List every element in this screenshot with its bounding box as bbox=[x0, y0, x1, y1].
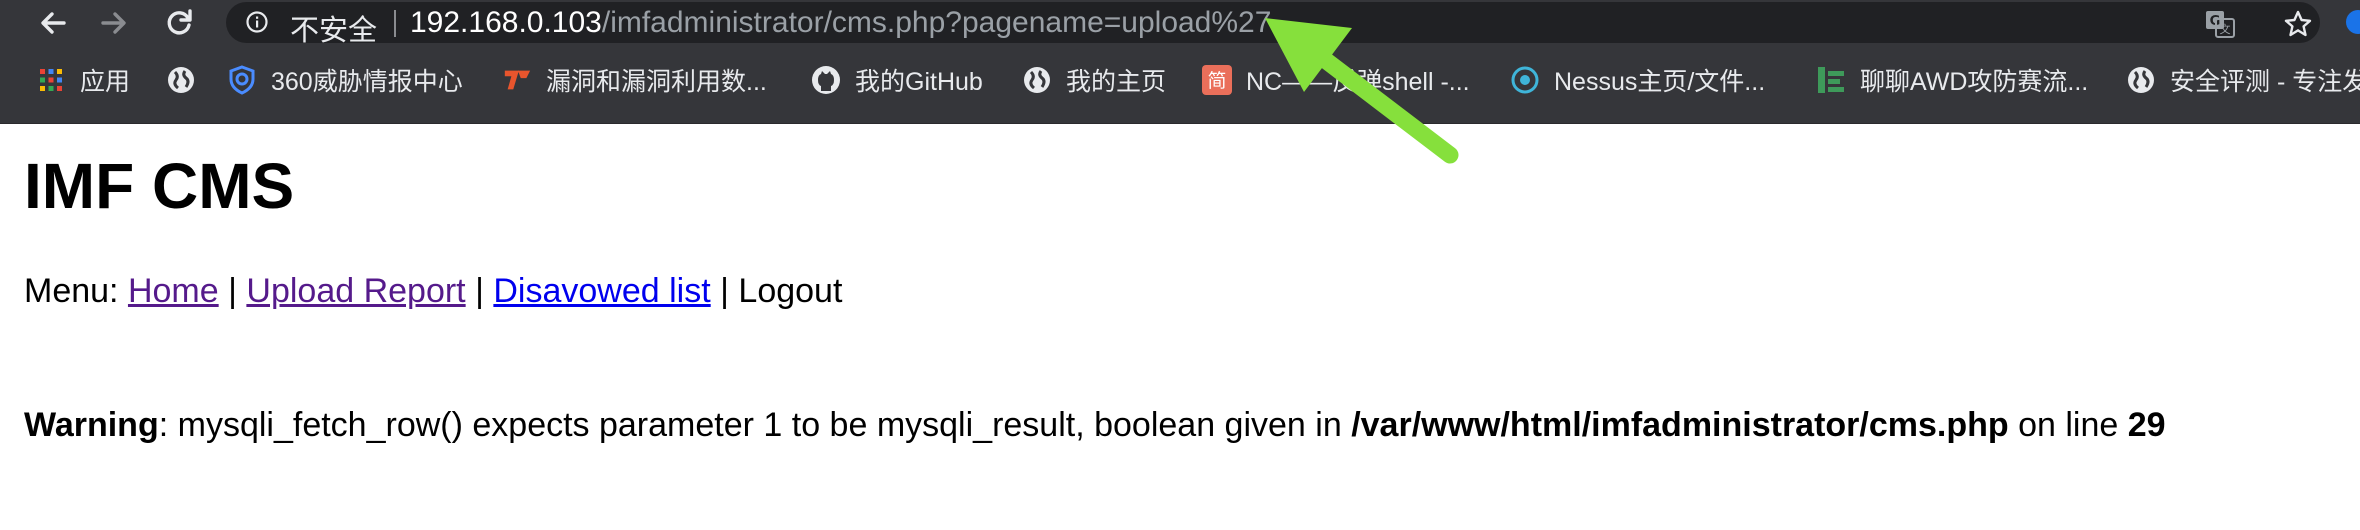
bookmark-my-github[interactable]: 我的GitHub bbox=[811, 63, 983, 97]
reload-icon bbox=[167, 9, 192, 35]
bookmark-awd-article[interactable]: 聊聊AWD攻防赛流... bbox=[1816, 63, 2088, 97]
browser-toolbar: 不安全 192.168.0.103/imfadministrator/cms.p… bbox=[0, 0, 2360, 47]
url-path: /imfadministrator/cms.php?pagename=uploa… bbox=[601, 6, 1272, 39]
shield-360-icon bbox=[227, 65, 257, 95]
menu-separator: | bbox=[710, 272, 739, 310]
bookmark-label: 聊聊AWD攻防赛流... bbox=[1860, 68, 2089, 96]
bookmark-label: 360威胁情报中心 bbox=[271, 68, 463, 96]
globe-icon bbox=[166, 65, 196, 95]
php-warning-message: Warning: mysqli_fetch_row() expects para… bbox=[24, 406, 2166, 445]
bookmark-label: 漏洞和漏洞利用数... bbox=[546, 68, 767, 96]
menu-link-home[interactable]: Home bbox=[128, 272, 219, 310]
profile-avatar[interactable] bbox=[2346, 10, 2360, 34]
apps-grid-icon bbox=[36, 65, 66, 95]
info-icon[interactable] bbox=[246, 11, 268, 33]
main-menu: Menu: Home | Upload Report | Disavowed l… bbox=[24, 272, 842, 311]
exploit-db-icon bbox=[502, 65, 532, 95]
menu-link-upload-report[interactable]: Upload Report bbox=[246, 272, 465, 310]
page-title: IMF CMS bbox=[24, 150, 295, 222]
bookmark-security-review[interactable]: 安全评测 - 专注发 bbox=[2126, 63, 2360, 97]
bookmark-label: 我的主页 bbox=[1066, 68, 1167, 96]
menu-separator: | bbox=[218, 272, 247, 310]
bookmark-label: 我的GitHub bbox=[855, 68, 983, 96]
address-bar[interactable]: 不安全 192.168.0.103/imfadministrator/cms.p… bbox=[226, 2, 2320, 47]
nessus-icon bbox=[1510, 65, 1540, 95]
bookmark-apps[interactable]: 应用 bbox=[36, 63, 130, 97]
warning-file-path: /var/www/html/imfadministrator/cms.php bbox=[1351, 406, 2009, 444]
bookmark-star-icon[interactable] bbox=[2283, 9, 2313, 39]
jianshu-icon: 简 bbox=[1202, 65, 1232, 95]
arrow-right-icon bbox=[101, 12, 126, 34]
warning-label: Warning bbox=[24, 406, 159, 444]
warning-line-text: on line bbox=[2008, 406, 2128, 444]
bookmarks-bar: 应用 360威胁情报中心 漏洞和漏洞利用数... 我的GitHub 我的主页 简 bbox=[0, 45, 2360, 124]
security-status-label[interactable]: 不安全 bbox=[290, 7, 377, 49]
bookmark-label: 安全评测 - 专注发 bbox=[2170, 68, 2360, 96]
forward-button[interactable] bbox=[97, 6, 131, 40]
warning-text: : mysqli_fetch_row() expects parameter 1… bbox=[158, 406, 1352, 444]
warning-line-number: 29 bbox=[2127, 406, 2166, 444]
bookmark-label: NC——反弹shell -... bbox=[1246, 68, 1470, 96]
menu-separator: | bbox=[465, 272, 494, 310]
bookmark-nessus[interactable]: Nessus主页/文件... bbox=[1510, 63, 1765, 97]
bookmark-my-homepage[interactable]: 我的主页 bbox=[1022, 63, 1166, 97]
url-text[interactable]: 192.168.0.103/imfadministrator/cms.php?p… bbox=[410, 6, 1271, 40]
bookmark-label: 应用 bbox=[80, 68, 131, 96]
omnibox-divider bbox=[394, 10, 396, 37]
github-icon bbox=[811, 65, 841, 95]
back-button[interactable] bbox=[36, 6, 70, 40]
arrow-left-icon bbox=[41, 12, 66, 34]
svg-text:文: 文 bbox=[2220, 22, 2231, 36]
reload-button[interactable] bbox=[162, 6, 196, 40]
url-host: 192.168.0.103 bbox=[410, 6, 602, 39]
menu-link-disavowed-list[interactable]: Disavowed list bbox=[493, 272, 710, 310]
bookmark-exploit-db[interactable]: 漏洞和漏洞利用数... bbox=[502, 63, 767, 97]
svg-text:简: 简 bbox=[1207, 70, 1226, 92]
bars-icon bbox=[1816, 65, 1846, 95]
bookmark-nc-reverse-shell[interactable]: 简 NC——反弹shell -... bbox=[1202, 63, 1470, 97]
bookmark-360-threat-intel[interactable]: 360威胁情报中心 bbox=[227, 63, 463, 97]
translate-icon[interactable]: G 文 bbox=[2205, 10, 2235, 38]
globe-icon bbox=[1022, 65, 1052, 95]
globe-icon bbox=[2126, 65, 2156, 95]
menu-prefix: Menu: bbox=[24, 272, 128, 310]
bookmark-label: Nessus主页/文件... bbox=[1554, 68, 1766, 96]
menu-logout: Logout bbox=[738, 272, 843, 310]
bookmark-globe[interactable] bbox=[166, 63, 210, 97]
